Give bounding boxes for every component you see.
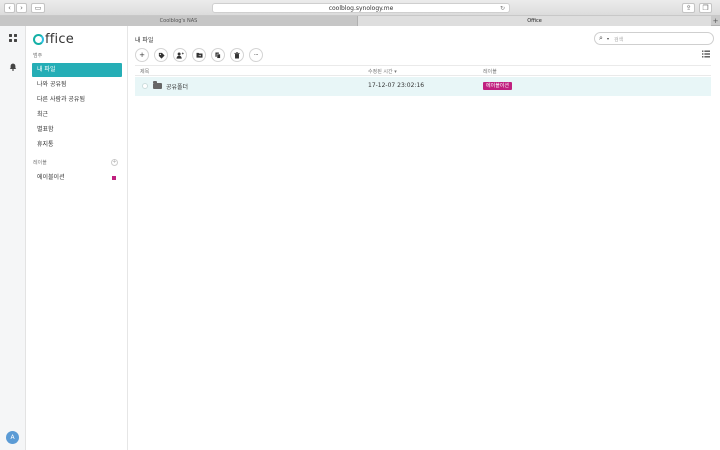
add-label-button[interactable]: +: [111, 159, 118, 166]
table-header: 제목 수정된 시간 ▾ 레이블: [135, 65, 711, 76]
search-input[interactable]: 검색: [614, 36, 623, 43]
back-button[interactable]: ‹: [4, 3, 15, 13]
search-box[interactable]: ⌕ ▾ 검색: [594, 32, 714, 45]
sidebar-item-starred[interactable]: 별표함: [32, 123, 122, 137]
app-rail: A: [0, 26, 26, 450]
labels-header: 레이블: [33, 160, 47, 166]
sidebar-item-shared-with-me[interactable]: 나와 공유됨: [32, 78, 122, 92]
create-button[interactable]: +: [135, 48, 149, 62]
sidebar-item-trash[interactable]: 휴지통: [32, 138, 122, 152]
row-name: 공유폴더: [166, 84, 189, 91]
share-icon[interactable]: ⇪: [682, 3, 695, 13]
bell-icon[interactable]: [8, 62, 18, 72]
sidebar: ffice 범주 내 파일 나와 공유됨 다른 사람과 공유됨 최근 별표함 휴…: [26, 26, 128, 450]
row-label-badge[interactable]: 에이블이션: [483, 82, 513, 90]
more-button[interactable]: ···: [249, 48, 263, 62]
column-header-modified[interactable]: 수정된 시간 ▾: [368, 68, 397, 75]
chevron-down-icon[interactable]: ▾: [607, 36, 609, 41]
browser-tab-nas[interactable]: Coolblog's NAS: [0, 16, 358, 26]
move-folder-icon: [196, 52, 202, 58]
label-color-swatch: [112, 176, 116, 180]
row-modified: 17-12-07 23:02:16: [368, 82, 425, 89]
copy-button[interactable]: [211, 48, 225, 62]
sidebar-item-shared-with-others[interactable]: 다른 사람과 공유됨: [32, 93, 122, 107]
view-toggle-icon[interactable]: [702, 50, 710, 60]
tabs-overview-icon[interactable]: ❐: [699, 3, 712, 13]
browser-tabbar: Coolblog's NAS Office +: [0, 16, 720, 26]
sort-arrow-icon: ▾: [394, 69, 397, 75]
toolbar: + ···: [135, 48, 263, 62]
column-header-label[interactable]: 레이블: [483, 68, 497, 75]
url-text: coolblog.synology.me: [328, 5, 394, 12]
new-tab-icon[interactable]: +: [711, 16, 720, 26]
folder-icon: [153, 81, 162, 89]
delete-button[interactable]: [230, 48, 244, 62]
column-header-name[interactable]: 제목: [140, 68, 149, 75]
table-row[interactable]: 공유폴더 17-12-07 23:02:16 에이블이션: [135, 77, 711, 96]
avatar[interactable]: A: [6, 431, 19, 444]
trash-icon: [234, 51, 240, 58]
office-logo-icon: [33, 33, 44, 45]
page-title: 내 파일: [135, 37, 154, 44]
tag-icon: [158, 52, 165, 59]
sidebar-toggle-icon[interactable]: ▭: [31, 3, 45, 13]
reload-icon[interactable]: ↻: [500, 4, 505, 13]
share-button[interactable]: [173, 48, 187, 62]
main-content: 내 파일 ⌕ ▾ 검색 + ··· 제목 수정된 시간 ▾ 레이블 공유폴더 1…: [129, 26, 720, 450]
share-user-icon: [176, 51, 184, 59]
browser-tab-office[interactable]: Office: [358, 16, 711, 26]
sidebar-item-recent[interactable]: 최근: [32, 108, 122, 122]
apps-grid-icon[interactable]: [8, 33, 18, 43]
logo-text: ffice: [45, 31, 74, 47]
plus-icon: +: [139, 51, 145, 59]
forward-button[interactable]: ›: [16, 3, 27, 13]
copy-icon: [215, 52, 221, 59]
sidebar-label-item[interactable]: 에이블이션: [32, 171, 122, 185]
sidebar-item-my-files[interactable]: 내 파일: [32, 63, 122, 77]
row-select-radio[interactable]: [142, 83, 148, 89]
column-header-modified-label: 수정된 시간: [368, 69, 393, 75]
category-label: 범주: [33, 53, 43, 59]
more-icon: ···: [253, 51, 259, 59]
browser-titlebar: ‹ › ▭ coolblog.synology.me ↻ ⇪ ❐: [0, 0, 720, 16]
move-button[interactable]: [192, 48, 206, 62]
address-bar[interactable]: coolblog.synology.me ↻: [212, 3, 510, 13]
search-icon[interactable]: ⌕: [599, 34, 603, 43]
label-button[interactable]: [154, 48, 168, 62]
office-logo: ffice: [33, 31, 74, 47]
